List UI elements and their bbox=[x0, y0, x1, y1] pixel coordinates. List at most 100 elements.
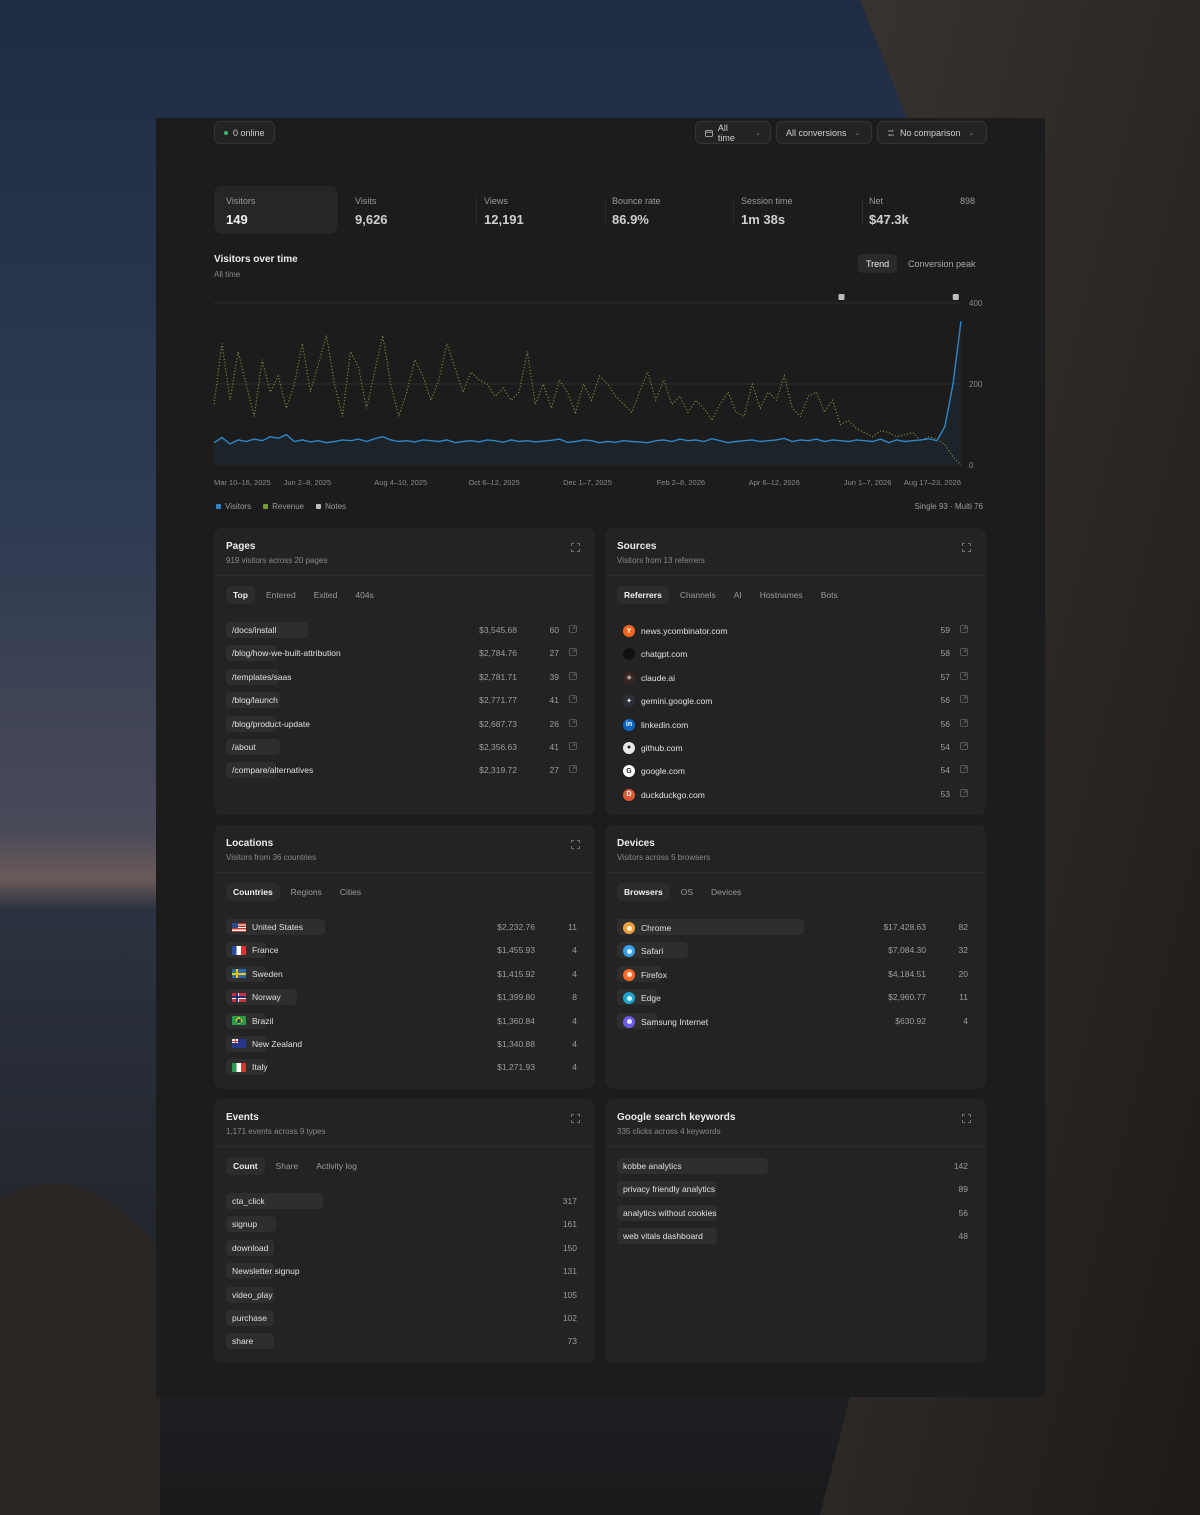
stat-net[interactable]: Net $47.3k 898 bbox=[857, 186, 987, 234]
devices-card: Devices Visitors across 5 browsers Brows… bbox=[605, 825, 986, 1089]
source-row[interactable]: in linkedin.com 56 bbox=[617, 713, 976, 736]
tab-cities[interactable]: Cities bbox=[333, 883, 368, 901]
tab-countries[interactable]: Countries bbox=[226, 883, 280, 901]
event-row[interactable]: purchase 102 bbox=[226, 1307, 585, 1330]
external-link-icon[interactable] bbox=[960, 788, 968, 797]
stat-visitors[interactable]: Visitors 149 bbox=[214, 186, 338, 234]
stat-session-time[interactable]: Session time 1m 38s bbox=[729, 186, 853, 234]
tab-browsers[interactable]: Browsers bbox=[617, 883, 670, 901]
location-row[interactable]: Sweden $1,415.92 4 bbox=[226, 963, 585, 986]
legend-visitors[interactable]: Visitors bbox=[216, 502, 251, 511]
source-row[interactable]: ● github.com 54 bbox=[617, 736, 976, 759]
device-row[interactable]: Chrome $17,428.63 82 bbox=[617, 916, 976, 939]
external-link-icon[interactable] bbox=[569, 671, 577, 680]
location-row[interactable]: Italy $1,271.93 4 bbox=[226, 1056, 585, 1079]
location-row[interactable]: New Zealand $1,340.88 4 bbox=[226, 1033, 585, 1056]
keyword-row[interactable]: kobbe analytics 142 bbox=[617, 1155, 976, 1178]
date-range-dropdown[interactable]: All time ⌄ bbox=[695, 121, 771, 144]
source-row[interactable]: ✳ claude.ai 57 bbox=[617, 666, 976, 689]
device-row[interactable]: Safari $7,084.30 32 bbox=[617, 939, 976, 962]
event-row[interactable]: cta_click 317 bbox=[226, 1190, 585, 1213]
stat-visits[interactable]: Visits 9,626 bbox=[343, 186, 467, 234]
location-row[interactable]: Norway $1,399.80 8 bbox=[226, 986, 585, 1009]
tab-exited[interactable]: Exited bbox=[307, 586, 345, 604]
event-row[interactable]: video_play 105 bbox=[226, 1284, 585, 1307]
source-row[interactable]: Dduckduckgo.com 53 bbox=[617, 783, 976, 806]
tab-count[interactable]: Count bbox=[226, 1157, 265, 1175]
expand-icon[interactable] bbox=[571, 1114, 580, 1123]
external-link-icon[interactable] bbox=[569, 625, 577, 633]
tab-channels[interactable]: Channels bbox=[673, 586, 723, 604]
tab-share[interactable]: Share bbox=[269, 1157, 306, 1175]
external-link-icon[interactable] bbox=[960, 695, 968, 704]
page-row[interactable]: /blog/product-update $2,687.73 26 bbox=[226, 713, 585, 736]
page-row[interactable]: /compare/alternatives $2,319.72 27 bbox=[226, 759, 585, 782]
event-row[interactable]: share 73 bbox=[226, 1330, 585, 1353]
external-link-icon[interactable] bbox=[569, 718, 577, 727]
stat-views[interactable]: Views 12,191 bbox=[472, 186, 596, 234]
tab-404s[interactable]: 404s bbox=[348, 586, 380, 604]
tab-devices[interactable]: Devices bbox=[704, 883, 748, 901]
tab-hostnames[interactable]: Hostnames bbox=[753, 586, 810, 604]
tab-os[interactable]: OS bbox=[674, 883, 700, 901]
device-row[interactable]: Samsung Internet $630.92 4 bbox=[617, 1010, 976, 1033]
external-link-icon[interactable] bbox=[960, 625, 968, 633]
tab-referrers[interactable]: Referrers bbox=[617, 586, 669, 604]
external-link-icon[interactable] bbox=[960, 742, 968, 750]
location-row[interactable]: Brazil $1,360.84 4 bbox=[226, 1010, 585, 1033]
source-row[interactable]: chatgpt.com 58 bbox=[617, 642, 976, 665]
expand-icon[interactable] bbox=[571, 840, 580, 849]
external-link-icon[interactable] bbox=[960, 718, 968, 727]
stat-bounce-rate[interactable]: Bounce rate 86.9% bbox=[600, 186, 724, 234]
tab-entered[interactable]: Entered bbox=[259, 586, 303, 604]
y-tick-label: 400 bbox=[969, 299, 983, 308]
external-link-icon[interactable] bbox=[960, 765, 968, 774]
location-row[interactable]: United States $2,232.76 11 bbox=[226, 916, 585, 939]
visitors-chart[interactable]: 0 200 400 Mar 10–16, 2025 Jun 2–8, 2025 Aug 4… bbox=[211, 288, 1001, 498]
conversions-dropdown[interactable]: All conversions ⌄ bbox=[776, 121, 872, 144]
keyword-row[interactable]: analytics without cookies 56 bbox=[617, 1202, 976, 1225]
external-link-icon[interactable] bbox=[960, 671, 968, 680]
external-link-icon[interactable] bbox=[569, 648, 577, 657]
event-row[interactable]: signup 161 bbox=[226, 1213, 585, 1236]
page-row[interactable]: /about $2,356.63 41 bbox=[226, 736, 585, 759]
row-revenue: $2,960.77 bbox=[888, 992, 926, 1003]
location-row[interactable]: France $1,455.93 4 bbox=[226, 939, 585, 962]
event-row[interactable]: download 150 bbox=[226, 1237, 585, 1260]
external-link-icon[interactable] bbox=[960, 648, 968, 657]
page-row[interactable]: /blog/launch $2,771.77 41 bbox=[226, 689, 585, 712]
keyword-row[interactable]: web vitals dashboard 48 bbox=[617, 1225, 976, 1248]
tab-top[interactable]: Top bbox=[226, 586, 255, 604]
tab-ai[interactable]: AI bbox=[727, 586, 749, 604]
comparison-dropdown[interactable]: No comparison ⌄ bbox=[877, 121, 987, 144]
keyword-row[interactable]: privacy friendly analytics 89 bbox=[617, 1178, 976, 1201]
tab-activity-log[interactable]: Activity log bbox=[309, 1157, 364, 1175]
source-row[interactable]: ✦ gemini.google.com 56 bbox=[617, 689, 976, 712]
page-row[interactable]: /docs/install $3,545.68 60 bbox=[226, 619, 585, 642]
external-link-icon[interactable] bbox=[569, 695, 577, 704]
event-row[interactable]: Newsletter signup 131 bbox=[226, 1260, 585, 1283]
pages-tabs: Top Entered Exited 404s bbox=[226, 586, 381, 604]
external-link-icon[interactable] bbox=[569, 765, 577, 774]
expand-icon[interactable] bbox=[962, 543, 971, 552]
row-count: 142 bbox=[953, 1161, 968, 1171]
online-indicator[interactable]: 0 online bbox=[214, 121, 275, 144]
legend-notes[interactable]: Notes bbox=[316, 502, 346, 511]
tab-bots[interactable]: Bots bbox=[814, 586, 845, 604]
page-row[interactable]: /templates/saas $2,781.71 39 bbox=[226, 666, 585, 689]
trend-toggle[interactable]: Trend bbox=[858, 254, 898, 273]
row-label-group: New Zealand bbox=[232, 1039, 302, 1049]
source-row[interactable]: Ggoogle.com 54 bbox=[617, 759, 976, 782]
device-row[interactable]: Edge $2,960.77 11 bbox=[617, 986, 976, 1009]
source-row[interactable]: Ynews.ycombinator.com 59 bbox=[617, 619, 976, 642]
row-count: 131 bbox=[562, 1266, 577, 1277]
tab-regions[interactable]: Regions bbox=[284, 883, 329, 901]
external-link-icon[interactable] bbox=[569, 742, 577, 750]
page-row[interactable]: /blog/how-we-built-attribution $2,784.76 2… bbox=[226, 642, 585, 665]
conversion-peak-toggle[interactable]: Conversion peak bbox=[900, 254, 984, 273]
expand-icon[interactable] bbox=[571, 543, 580, 552]
legend-revenue[interactable]: Revenue bbox=[263, 502, 304, 511]
device-row[interactable]: Firefox $4,184.51 20 bbox=[617, 963, 976, 986]
row-count: 27 bbox=[549, 648, 559, 659]
expand-icon[interactable] bbox=[962, 1114, 971, 1123]
